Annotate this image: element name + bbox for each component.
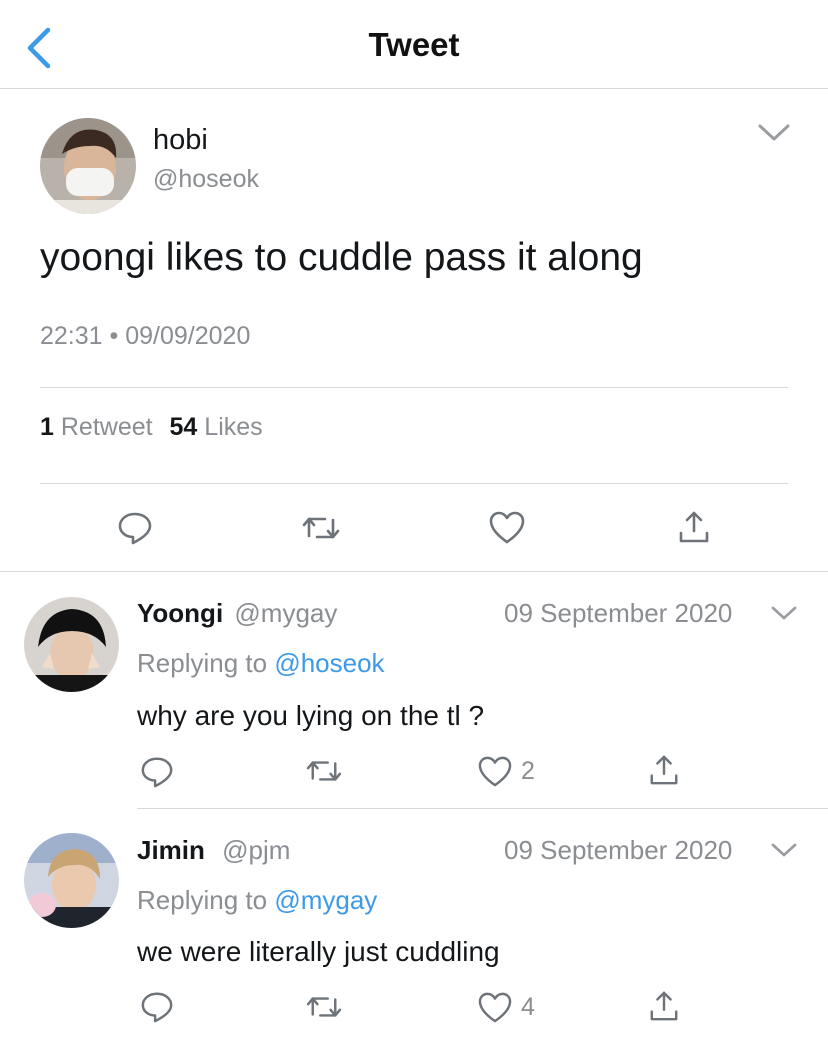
likes-count: 54 bbox=[169, 413, 198, 441]
reply-avatar[interactable] bbox=[24, 597, 119, 692]
reply-author-name[interactable]: Yoongi bbox=[137, 598, 223, 628]
reply-text: we were literally just cuddling bbox=[137, 936, 500, 967]
author-name[interactable]: hobi bbox=[153, 124, 208, 157]
like-count: 4 bbox=[521, 993, 535, 1021]
replying-to-line: Replying to @hoseok bbox=[137, 648, 385, 679]
reply-divider bbox=[137, 808, 828, 809]
retweet-icon[interactable] bbox=[305, 756, 343, 786]
reply-author-handle[interactable]: @pjm bbox=[222, 835, 290, 865]
likes-stat[interactable]: 54 Likes bbox=[170, 413, 263, 441]
author-avatar[interactable] bbox=[40, 118, 136, 214]
reply-icon[interactable] bbox=[140, 755, 174, 789]
stats-top-divider bbox=[40, 387, 788, 388]
reply-avatar[interactable] bbox=[24, 833, 119, 928]
reply-header: Yoongi @mygay bbox=[137, 598, 337, 629]
heart-icon[interactable] bbox=[478, 756, 512, 788]
replying-to-line: Replying to @mygay bbox=[137, 885, 377, 916]
reply-icon[interactable] bbox=[117, 510, 153, 546]
author-handle[interactable]: @hoseok bbox=[153, 165, 259, 194]
main-tweet-divider bbox=[0, 571, 828, 572]
timestamp-separator: • bbox=[109, 322, 119, 350]
replying-to-link[interactable]: @hoseok bbox=[274, 648, 384, 678]
replying-to-prefix: Replying to bbox=[137, 648, 268, 678]
reply-icon[interactable] bbox=[140, 990, 174, 1024]
retweet-icon[interactable] bbox=[305, 992, 343, 1022]
replying-to-prefix: Replying to bbox=[137, 885, 268, 915]
tweet-stats: 1 Retweet 54 Likes bbox=[40, 413, 263, 442]
share-icon[interactable] bbox=[648, 753, 680, 787]
share-icon[interactable] bbox=[648, 989, 680, 1023]
tweet-timestamp: 22:31 • 09/09/2020 bbox=[40, 322, 250, 351]
tweet-text: yoongi likes to cuddle pass it along bbox=[40, 236, 643, 279]
page-title: Tweet bbox=[368, 26, 460, 63]
likes-label: Likes bbox=[204, 413, 263, 441]
retweet-label: Retweet bbox=[60, 413, 153, 441]
reply-header: Jimin @pjm bbox=[137, 835, 290, 866]
retweet-count: 1 bbox=[40, 413, 54, 441]
like-count: 2 bbox=[521, 757, 535, 785]
reply-date: 09 September 2020 bbox=[504, 835, 733, 865]
stats-bottom-divider bbox=[40, 483, 788, 484]
reply-text: why are you lying on the tl ? bbox=[137, 700, 485, 731]
heart-icon[interactable] bbox=[478, 992, 512, 1024]
chevron-down-icon[interactable] bbox=[770, 841, 798, 859]
share-icon[interactable] bbox=[677, 509, 711, 545]
tweet-time: 22:31 bbox=[40, 322, 103, 350]
reply-author-handle[interactable]: @mygay bbox=[234, 598, 337, 628]
replying-to-link[interactable]: @mygay bbox=[274, 885, 377, 915]
chevron-down-icon[interactable] bbox=[770, 604, 798, 622]
retweet-icon[interactable] bbox=[301, 512, 341, 544]
tweet-date: 09/09/2020 bbox=[125, 322, 251, 350]
heart-icon[interactable] bbox=[489, 511, 525, 545]
reply-author-name[interactable]: Jimin bbox=[137, 835, 205, 865]
retweet-stat[interactable]: 1 Retweet bbox=[40, 413, 160, 441]
header-divider bbox=[0, 88, 828, 89]
reply-date: 09 September 2020 bbox=[504, 598, 733, 628]
chevron-down-icon[interactable] bbox=[757, 122, 791, 144]
